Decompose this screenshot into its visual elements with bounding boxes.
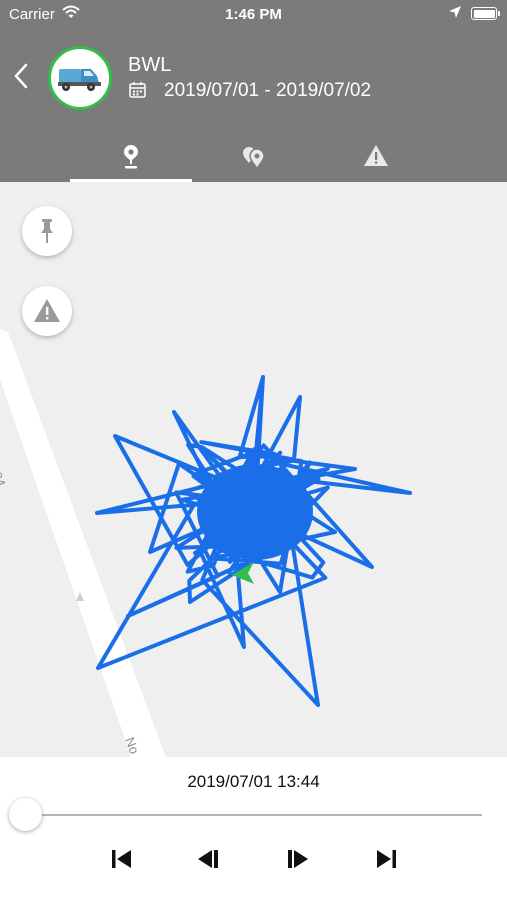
app-header: Carrier 1:46 PM BWL 2019/07/01 - 2019/07… bbox=[0, 0, 507, 182]
battery-icon bbox=[471, 7, 500, 20]
playback-slider[interactable] bbox=[26, 814, 482, 816]
tab-alerts[interactable] bbox=[315, 134, 437, 180]
vehicle-name: BWL bbox=[128, 54, 172, 76]
calendar-icon bbox=[129, 82, 146, 98]
warning-icon bbox=[34, 299, 60, 322]
step-back-button[interactable] bbox=[196, 845, 224, 873]
playback-panel: 2019/07/01 13:44 bbox=[0, 757, 507, 900]
road bbox=[0, 329, 166, 757]
vehicle-avatar bbox=[48, 46, 112, 110]
location-arrow-icon bbox=[449, 6, 461, 18]
status-time: 1:46 PM bbox=[225, 6, 282, 23]
back-chevron-icon[interactable] bbox=[12, 62, 32, 90]
skip-end-button[interactable] bbox=[372, 845, 400, 873]
status-bar: Carrier 1:46 PM bbox=[0, 0, 507, 28]
pin-toggle-button[interactable] bbox=[22, 206, 72, 256]
skip-end-icon bbox=[377, 850, 396, 868]
slider-thumb[interactable] bbox=[9, 798, 42, 831]
skip-start-button[interactable] bbox=[108, 845, 136, 873]
multi-pin-icon bbox=[243, 147, 265, 170]
truck-icon bbox=[58, 69, 101, 91]
warning-icon bbox=[364, 145, 388, 166]
date-range: 2019/07/01 - 2019/07/02 bbox=[164, 80, 372, 101]
tab-stops[interactable] bbox=[193, 134, 315, 180]
map-view[interactable]: Norte 24 No bbox=[0, 182, 507, 757]
playback-timestamp: 2019/07/01 13:44 bbox=[187, 772, 320, 791]
step-forward-icon bbox=[288, 850, 308, 868]
skip-start-icon bbox=[112, 850, 131, 868]
tab-location[interactable] bbox=[70, 134, 192, 180]
alerts-toggle-button[interactable] bbox=[22, 286, 72, 336]
pushpin-icon bbox=[41, 219, 53, 243]
route-track bbox=[95, 375, 412, 707]
map-canvas bbox=[0, 329, 412, 757]
map-pin-icon bbox=[124, 145, 138, 169]
route-cluster bbox=[197, 464, 313, 560]
step-forward-button[interactable] bbox=[284, 845, 312, 873]
step-back-icon bbox=[198, 850, 218, 868]
